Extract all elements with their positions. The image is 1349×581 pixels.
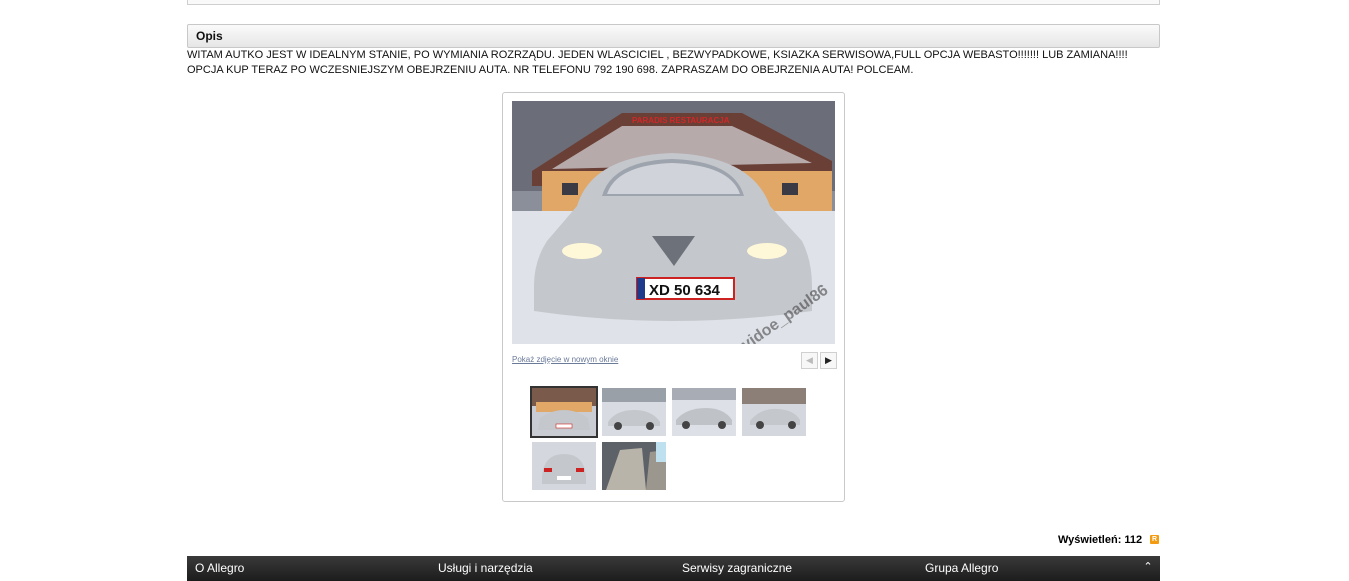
description-section-header: Opis (187, 24, 1160, 48)
footer-bar: O Allegro Usługi i narzędzia Serwisy zag… (187, 556, 1160, 581)
previous-photo-button[interactable]: ◀ (801, 352, 818, 369)
thumbnail[interactable] (530, 386, 598, 438)
thumbnail[interactable] (672, 388, 736, 436)
restaurant-sign: PARADIS RESTAURACJA (632, 116, 730, 125)
previous-section-panel (187, 0, 1160, 5)
arrow-right-icon: ▶ (825, 355, 832, 365)
show-in-new-window-link[interactable]: Pokaż zdjęcie w nowym oknie (512, 355, 618, 364)
thumbnail[interactable] (742, 388, 806, 436)
section-title: Opis (196, 29, 223, 43)
next-photo-button[interactable]: ▶ (820, 352, 837, 369)
car-photo-image: PARADIS RESTAURACJA XD 50 634 vidoe_paul… (512, 101, 835, 344)
footer-link-uslugi-i-narzedzia[interactable]: Usługi i narzędzia (438, 561, 533, 575)
thumbnail[interactable] (602, 388, 666, 436)
scroll-to-top-icon[interactable]: ⌃ (1141, 560, 1155, 574)
main-photo[interactable]: PARADIS RESTAURACJA XD 50 634 vidoe_paul… (512, 101, 835, 344)
footer-link-o-allegro[interactable]: O Allegro (195, 561, 244, 575)
arrow-left-icon: ◀ (806, 355, 813, 365)
footer-link-grupa-allegro[interactable]: Grupa Allegro (925, 561, 998, 575)
license-plate: XD 50 634 (649, 282, 721, 299)
rss-icon[interactable]: R (1150, 535, 1159, 544)
view-count: Wyświetleń: 112 (1058, 534, 1143, 546)
description-text: WITAM AUTKO JEST W IDEALNYM STANIE, PO W… (187, 49, 1128, 76)
photo-gallery: PARADIS RESTAURACJA XD 50 634 vidoe_paul… (502, 92, 845, 502)
thumbnail[interactable] (532, 442, 596, 490)
footer-link-serwisy-zagraniczne[interactable]: Serwisy zagraniczne (682, 561, 792, 575)
thumbnail[interactable] (602, 442, 666, 490)
